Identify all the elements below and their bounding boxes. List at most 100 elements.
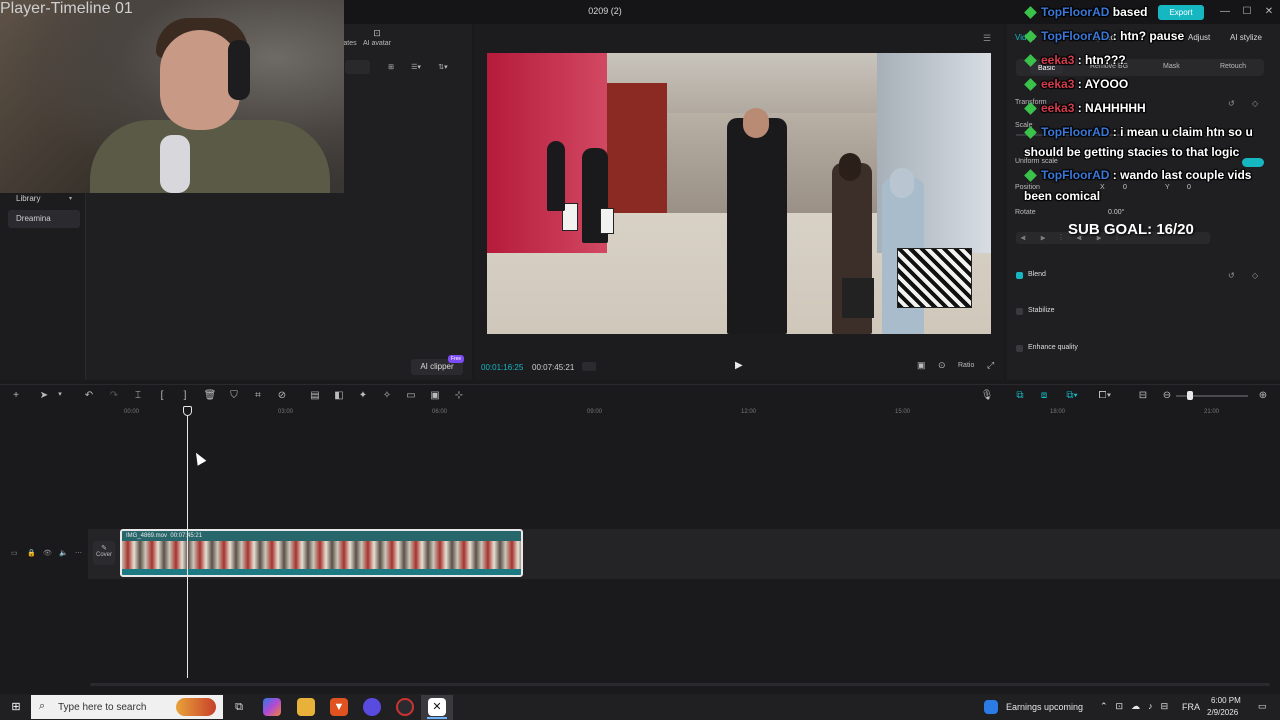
minimize-icon[interactable]: — <box>1217 4 1233 20</box>
expand-icon[interactable]: ⤢ <box>987 360 994 371</box>
delete-icon[interactable]: 🗑 <box>203 390 217 401</box>
lock-icon[interactable]: 🔒 <box>27 549 36 557</box>
grid-view-icon[interactable]: ⊞ <box>385 63 397 71</box>
eye-icon[interactable]: 👁 <box>43 549 52 557</box>
tab-adjust[interactable]: Adjust <box>1188 33 1210 42</box>
cover-button[interactable]: ✎ Cover <box>93 541 115 565</box>
total-time: 00:07:45:21 <box>532 363 575 372</box>
caption-icon[interactable]: ▭ <box>404 390 418 401</box>
blend-keyframe-icon[interactable]: ◇ <box>1252 271 1258 280</box>
snap-icon[interactable]: ⧉▾ <box>1061 390 1083 401</box>
position-y-value[interactable]: 0 <box>1187 184 1191 191</box>
magnet-icon[interactable]: ⧈ <box>1037 390 1051 401</box>
keyframe-icon[interactable]: ◇ <box>1252 99 1258 108</box>
chat-username: TopFloorAD <box>1041 168 1110 182</box>
copilot-icon[interactable] <box>263 698 281 716</box>
sidebar-item-dreamina[interactable]: Dreamina <box>8 210 80 228</box>
subtab-retouch[interactable]: Retouch <box>1220 63 1246 70</box>
close-icon[interactable]: ✕ <box>1261 4 1277 20</box>
chat-text: based <box>1112 5 1148 19</box>
rotate-value[interactable]: 0.00° <box>1108 209 1124 216</box>
ai-effect-icon[interactable]: ✦ <box>356 390 370 401</box>
speed-icon[interactable]: ⊘ <box>275 390 289 401</box>
chat-text: htn? pause <box>1120 29 1185 43</box>
preview-axis-icon[interactable]: ⧠▾ <box>1094 390 1116 401</box>
more-icon[interactable]: ⋯ <box>75 549 82 557</box>
blend-reset-icon[interactable]: ↺ <box>1228 271 1235 280</box>
select-tool-icon[interactable]: ➤ <box>37 390 51 401</box>
timeline-scrollbar[interactable] <box>90 683 1270 686</box>
split-icon[interactable]: ⌶ <box>131 390 145 401</box>
track-toggle-icon[interactable]: ▭ <box>11 549 18 557</box>
marker-icon[interactable]: ⛉ <box>227 390 241 401</box>
clock-time[interactable]: 6:00 PM <box>1211 696 1241 705</box>
enhance-checkbox[interactable] <box>1016 345 1023 352</box>
search-highlight-icon <box>176 698 216 716</box>
playhead-handle[interactable] <box>183 406 192 416</box>
zoom-out-icon[interactable]: ⊖ <box>1160 390 1174 401</box>
redo-icon[interactable]: ↷ <box>107 390 121 401</box>
playhead[interactable] <box>187 408 188 678</box>
file-explorer-icon[interactable] <box>297 698 315 716</box>
trim-right-icon[interactable]: ] <box>178 390 192 401</box>
maximize-icon[interactable]: ☐ <box>1239 4 1255 20</box>
blend-checkbox[interactable] <box>1016 272 1023 279</box>
tab-ai-stylize[interactable]: AI stylize <box>1230 33 1262 42</box>
taskbar-search[interactable]: ⌕ Type here to search <box>31 695 223 719</box>
sort-icon[interactable]: ⇅▾ <box>434 63 452 71</box>
task-view-icon[interactable]: ⧉ <box>230 698 248 716</box>
select-chevron-icon[interactable]: ▾ <box>53 390 67 398</box>
video-preview[interactable] <box>487 53 991 334</box>
player-menu-icon[interactable]: ☰ <box>983 33 991 44</box>
list-view-icon[interactable]: ☰▾ <box>407 63 425 71</box>
position-x-value[interactable]: 0 <box>1123 184 1127 191</box>
audio-icon[interactable]: 🔈 <box>59 549 68 557</box>
capcut-icon[interactable]: ✕ <box>428 698 446 716</box>
player-title: Player-Timeline 01 <box>0 0 133 17</box>
fullscreen-preview-icon[interactable]: ▣ <box>917 360 926 371</box>
clock-date[interactable]: 2/9/2026 <box>1207 708 1238 717</box>
system-tray-icons[interactable]: ⌃⊡☁♪⊟ <box>1100 701 1176 712</box>
undo-icon[interactable]: ↶ <box>82 390 96 401</box>
video-clip[interactable]: IMG_4869.mov 00:07:45:21 <box>120 529 523 577</box>
image-icon[interactable]: ▣ <box>428 390 442 401</box>
discord-icon[interactable] <box>363 698 381 716</box>
trim-left-icon[interactable]: [ <box>155 390 169 401</box>
obs-icon[interactable] <box>396 698 414 716</box>
magic-icon[interactable]: ✧ <box>380 390 394 401</box>
news-label[interactable]: Earnings upcoming <box>1006 702 1083 712</box>
language-indicator[interactable]: FRA <box>1182 702 1200 712</box>
auto-reframe-icon[interactable]: ⊹ <box>452 390 466 401</box>
chat-text: NAHHHHH <box>1085 101 1146 115</box>
windows-start-icon[interactable]: ⊞ <box>7 698 25 716</box>
brave-icon[interactable]: ▼ <box>330 698 348 716</box>
zoom-fit-icon[interactable]: ⊙ <box>938 360 946 371</box>
play-icon[interactable]: ▶ <box>735 360 743 371</box>
microphone-icon[interactable]: 🎙 <box>980 390 994 401</box>
fit-timeline-icon[interactable]: ⊟ <box>1136 390 1150 401</box>
chat-message: TopFloorAD based <box>1024 5 1148 19</box>
clip-name: IMG_4869.mov <box>126 533 168 539</box>
stabilize-label: Stabilize <box>1028 307 1055 314</box>
subtab-mask[interactable]: Mask <box>1163 63 1180 70</box>
zoom-slider-handle[interactable] <box>1187 391 1193 400</box>
ai-avatar-tab[interactable]: AI avatar <box>362 40 392 47</box>
crop-icon[interactable]: ⌗ <box>251 390 265 401</box>
zoom-in-icon[interactable]: ⊕ <box>1256 390 1270 401</box>
ruler-tick: 18:00 <box>1050 409 1066 415</box>
export-button[interactable]: Export <box>1158 5 1204 20</box>
uniform-scale-toggle[interactable] <box>1242 158 1264 167</box>
mirror-icon[interactable]: ◧ <box>332 390 346 401</box>
chat-badge-icon <box>1024 78 1037 91</box>
stabilize-checkbox[interactable] <box>1016 308 1023 315</box>
reset-icon[interactable]: ↺ <box>1228 99 1235 108</box>
timecode-toggle[interactable] <box>582 362 596 371</box>
ratio-button[interactable]: Ratio <box>958 362 974 369</box>
news-icon <box>984 700 998 714</box>
edit-icon: ✎ <box>101 545 107 552</box>
link-icon[interactable]: ⧉ <box>1013 390 1027 401</box>
add-icon[interactable]: + <box>9 390 23 401</box>
notifications-icon[interactable]: ▭ <box>1258 701 1267 712</box>
freeze-icon[interactable]: ▤ <box>308 390 322 401</box>
search-field[interactable] <box>345 60 370 74</box>
